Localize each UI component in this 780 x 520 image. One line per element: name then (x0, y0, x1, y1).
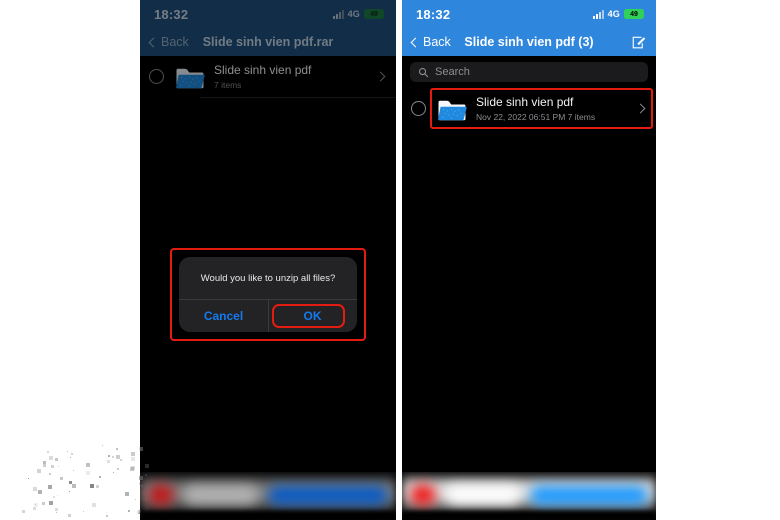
signal-bars-icon (592, 9, 604, 19)
right-status-indicators: 4G 49 (592, 9, 644, 19)
unzip-confirm-dialog: Would you like to unzip all files? Cance… (179, 257, 357, 333)
toolbar-record-blob (410, 484, 436, 506)
phone-screenshot-right: 18:32 4G 49 Back Slide sinh vien pdf (3) (402, 0, 656, 520)
phone-screenshot-left: 18:32 4G 49 Back Slide sinh vien pdf.rar (140, 0, 396, 520)
right-status-time: 18:32 (416, 6, 451, 22)
home-indicator-strip (140, 511, 396, 520)
image-noise-artifact (22, 444, 150, 520)
back-button[interactable]: Back (410, 35, 451, 49)
right-toolbar-blobs (402, 478, 656, 512)
search-input[interactable]: Search (410, 62, 648, 82)
file-row-texts: Slide sinh vien pdf Nov 22, 2022 06:51 P… (476, 95, 637, 122)
right-bottom-toolbar-blurred (402, 472, 656, 520)
left-screen: 18:32 4G 49 Back Slide sinh vien pdf.rar (140, 0, 396, 520)
toolbar-blue-blob (530, 485, 648, 505)
search-icon (418, 67, 429, 77)
annotation-box-dialog: Would you like to unzip all files? Cance… (170, 248, 366, 342)
toolbar-record-blob (148, 484, 174, 506)
search-placeholder: Search (435, 66, 470, 78)
radio-unchecked-icon[interactable] (411, 101, 426, 116)
dialog-actions: Cancel OK (179, 299, 357, 333)
search-section: Search (402, 56, 656, 86)
home-indicator-strip (402, 511, 656, 520)
ok-button[interactable]: OK (268, 300, 357, 332)
right-nav-bar: Back Slide sinh vien pdf (3) (402, 28, 656, 56)
cancel-button[interactable]: Cancel (179, 300, 268, 332)
file-name: Slide sinh vien pdf (476, 95, 574, 109)
folder-icon (438, 100, 467, 120)
file-row-body[interactable]: Slide sinh vien pdf Nov 22, 2022 06:51 P… (433, 88, 656, 129)
dialog-button-separator (268, 300, 269, 333)
compose-edit-icon[interactable] (631, 35, 646, 50)
toolbar-gray-blob (446, 486, 520, 504)
battery-icon: 49 (624, 9, 644, 19)
right-screen: 18:32 4G 49 Back Slide sinh vien pdf (3) (402, 0, 656, 520)
right-battery-level: 49 (630, 10, 638, 18)
right-status-bar: 18:32 4G 49 (402, 0, 656, 28)
back-button-label: Back (423, 35, 451, 49)
toolbar-gray-blob (184, 486, 258, 504)
toolbar-blue-blob (268, 485, 388, 505)
right-network-label: 4G (607, 9, 620, 19)
left-bottom-toolbar-blurred (140, 472, 396, 520)
file-meta: Nov 22, 2022 06:51 PM 7 items (476, 112, 596, 122)
file-list-item[interactable]: Slide sinh vien pdf Nov 22, 2022 06:51 P… (402, 86, 656, 129)
left-toolbar-blobs (140, 478, 396, 512)
chevron-left-icon (410, 37, 421, 47)
chevron-right-icon[interactable] (635, 103, 646, 114)
dialog-message: Would you like to unzip all files? (200, 273, 336, 284)
